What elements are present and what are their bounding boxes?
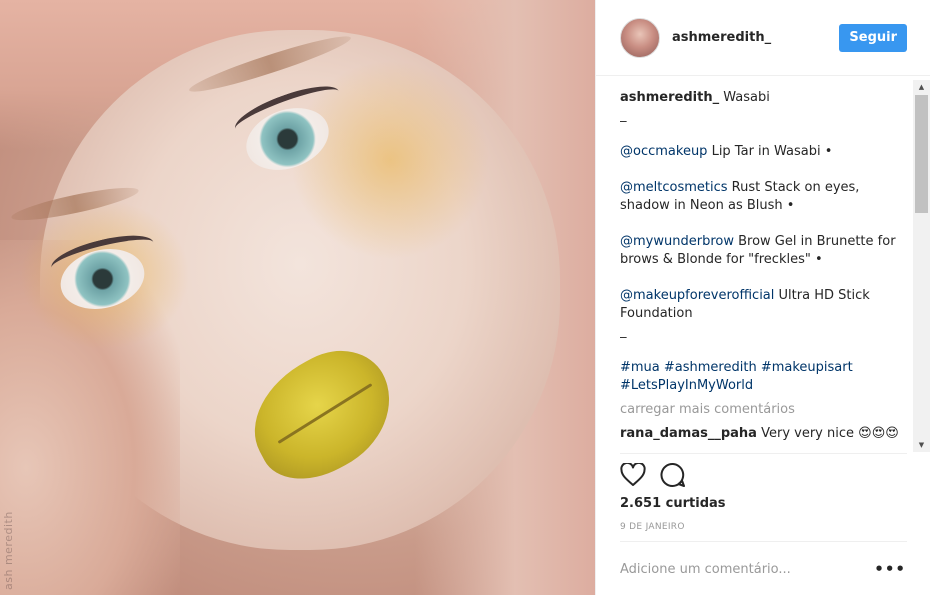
caption-separator-2: _	[620, 324, 627, 339]
post-date: 9 DE JANEIRO	[620, 522, 685, 532]
follow-button[interactable]: Seguir	[839, 23, 907, 52]
comment-author[interactable]: rana_damas__paha	[620, 426, 757, 441]
caption-title: Wasabi	[723, 90, 770, 105]
more-options-icon[interactable]: •••	[874, 562, 906, 577]
mention-link[interactable]: @mywunderbrow	[620, 234, 734, 249]
scroll-down-arrow-icon[interactable]: ▼	[913, 438, 930, 452]
caption-line-4: @makeupforeverofficial Ultra HD Stick Fo…	[620, 287, 910, 323]
post-header: ashmeredith_ Seguir	[596, 0, 930, 76]
mention-link[interactable]: @meltcosmetics	[620, 180, 728, 195]
mention-link[interactable]: @makeupforeverofficial	[620, 288, 774, 303]
comments-scrollbar[interactable]: ▲ ▼	[913, 80, 930, 452]
hashtag-line-2[interactable]: #LetsPlayInMyWorld	[620, 377, 910, 395]
caption-separator-1: _	[620, 108, 627, 123]
load-more-comments-button[interactable]: carregar mais comentários	[620, 401, 910, 419]
post-actions	[620, 462, 686, 488]
header-username[interactable]: ashmeredith_	[672, 30, 839, 45]
scroll-up-arrow-icon[interactable]: ▲	[913, 80, 930, 94]
comment-input[interactable]: Adicione um comentário...	[620, 562, 791, 577]
comment-item: rana_damas__paha Very very nice 😍😍😍	[620, 425, 910, 443]
caption-author[interactable]: ashmeredith_	[620, 90, 719, 105]
hashtag-line-1[interactable]: #mua #ashmeredith #makeupisart	[620, 359, 910, 377]
heart-icon[interactable]	[620, 462, 646, 488]
comments-list: ashmeredith_ Wasabi _ @occmakeup Lip Tar…	[620, 89, 910, 443]
mention-link[interactable]: @occmakeup	[620, 144, 707, 159]
post-photo[interactable]: ash meredith	[0, 0, 595, 595]
like-count[interactable]: 2.651 curtidas	[620, 496, 726, 511]
caption-title-line: ashmeredith_ Wasabi	[620, 89, 910, 107]
caption-line-2: @meltcosmetics Rust Stack on eyes, shado…	[620, 179, 910, 215]
avatar[interactable]	[620, 17, 660, 58]
comment-text: Very very nice 😍😍😍	[761, 426, 899, 441]
caption-line-3: @mywunderbrow Brow Gel in Brunette for b…	[620, 233, 910, 269]
post-side-panel: ashmeredith_ Seguir ashmeredith_ Wasabi …	[595, 0, 930, 595]
scrollbar-thumb[interactable]	[915, 95, 928, 213]
instagram-post: ash meredith ashmeredith_ Seguir ashmere…	[0, 0, 930, 595]
divider	[620, 541, 907, 542]
comment-icon[interactable]	[660, 462, 686, 488]
caption-line-1-text: Lip Tar in Wasabi •	[707, 144, 833, 159]
divider	[620, 453, 907, 454]
caption-line-1: @occmakeup Lip Tar in Wasabi •	[620, 143, 910, 161]
photo-watermark: ash meredith	[2, 511, 15, 590]
comments-area: ashmeredith_ Wasabi _ @occmakeup Lip Tar…	[620, 77, 930, 454]
